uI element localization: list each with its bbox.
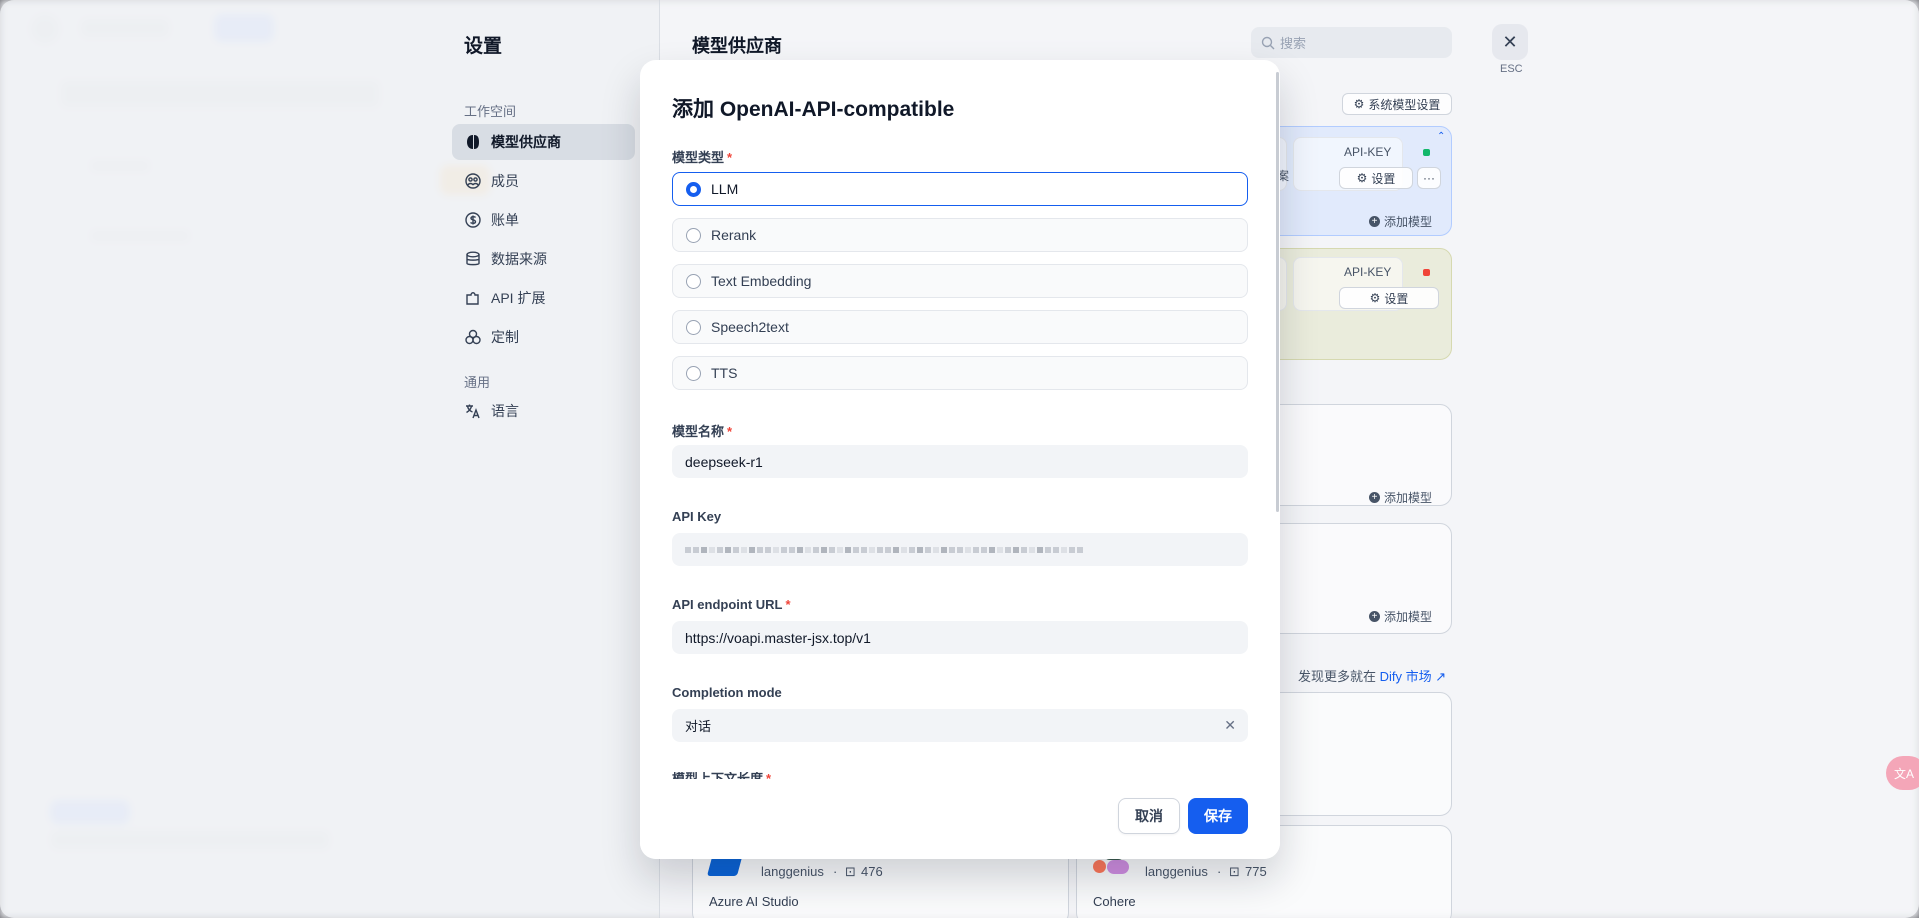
api-key-input[interactable] [672,533,1248,566]
status-indicator [1423,269,1430,276]
nav-item-members[interactable]: 成员 [452,163,635,199]
completion-mode-select[interactable]: 对话 ✕ [672,709,1248,742]
page-title: 模型供应商 [692,36,782,56]
settings-sliders-icon: ⚙ [1353,97,1365,111]
card-author: langgenius [1145,864,1208,879]
model-type-label: 模型类型 * [672,150,733,165]
model-type-option-tts[interactable]: TTS [672,356,1248,390]
download-icon: ⊡ [1229,864,1240,879]
collapse-icon[interactable]: ⌃ [1437,131,1445,142]
download-icon: ⊡ [845,864,856,879]
puzzle-icon [464,289,482,307]
translate-icon: 文A [1894,766,1915,781]
add-model-button[interactable]: + 添加模型 [1369,213,1432,230]
nav-item-billing[interactable]: 账单 [452,202,635,238]
save-button[interactable]: 保存 [1188,798,1248,834]
nav-group-workspace: 工作空间 [464,104,517,119]
nav-item-data-source[interactable]: 数据来源 [452,241,635,277]
completion-mode-label: Completion mode [672,685,782,700]
apikey-label: API-KEY [1344,145,1392,159]
model-type-option-rerank[interactable]: Rerank [672,218,1248,252]
model-name-label: 模型名称 * [672,424,733,439]
nav-item-label: 模型供应商 [491,134,561,150]
close-icon: ✕ [1502,31,1518,52]
plus-icon: + [1369,216,1380,227]
provider-card: + 添加模型 [1250,404,1452,506]
nav-item-label: 账单 [491,212,519,228]
provider-card: + 添加模型 [1250,523,1452,634]
required-marker: * [727,150,733,165]
add-model-button[interactable]: + 添加模型 [1369,489,1432,506]
api-key-label: API Key [672,509,722,524]
modal-body[interactable]: 添加 OpenAI-API-compatible 模型类型 * LLM Reran… [640,60,1280,780]
required-marker: * [785,597,791,612]
card-author: langgenius [761,864,824,879]
plus-icon: + [1369,611,1380,622]
nav-group-general: 通用 [464,375,491,390]
brain-icon [464,133,482,151]
marketplace-hint: 发现更多就在 Dify 市场 ↗ [1298,669,1447,684]
close-button[interactable]: ✕ [1492,24,1528,60]
translate-fab-button[interactable]: 文A [1886,756,1919,790]
settings-sliders-icon: ⚙ [1369,291,1381,305]
esc-hint: ESC [1500,63,1523,75]
nav-item-api-extension[interactable]: API 扩展 [452,280,635,316]
settings-title: 设置 [464,36,503,57]
provider-card: API-KEY ⚙ 设置 [1247,248,1452,360]
install-count: 775 [1245,864,1267,879]
nav-item-label: 成员 [491,173,519,189]
cancel-button[interactable]: 取消 [1118,798,1180,834]
more-options-button[interactable]: ··· [1417,167,1441,189]
add-model-button[interactable]: + 添加模型 [1369,608,1432,625]
nav-item-label: 数据来源 [491,251,547,267]
billing-icon [464,211,482,229]
members-icon [464,172,482,190]
search-placeholder: 搜索 [1280,36,1307,51]
translate-icon [464,402,482,420]
masked-api-key [685,546,1083,553]
endpoint-label: API endpoint URL * [672,597,791,612]
plus-icon: + [1369,492,1380,503]
search-input[interactable]: 搜索 [1251,27,1452,58]
search-icon [1261,36,1275,49]
nav-item-model-provider[interactable]: 模型供应商 [452,124,635,160]
marketplace-link[interactable]: Dify 市场 ↗ [1380,669,1447,684]
nav-item-label: 定制 [491,329,519,345]
model-type-option-text-embedding[interactable]: Text Embedding [672,264,1248,298]
card-title: Azure AI Studio [709,894,799,909]
database-icon [464,250,482,268]
model-name-input[interactable]: deepseek-r1 [672,445,1248,478]
radio-selected-icon [686,181,701,197]
modal-footer: 取消 保存 [640,779,1280,859]
endpoint-url-input[interactable]: https://voapi.master-jsx.top/v1 [672,621,1248,654]
status-indicator [1423,149,1430,156]
required-marker: * [727,424,733,439]
radio-icon [686,365,701,381]
system-model-settings-button[interactable]: ⚙ 系统模型设置 [1342,93,1452,115]
marketplace-card[interactable] [1250,692,1452,816]
radio-icon [686,227,701,243]
modal-scrollbar[interactable] [1276,72,1279,512]
model-type-option-llm[interactable]: LLM [672,172,1248,206]
add-model-modal: 添加 OpenAI-API-compatible 模型类型 * LLM Reran… [640,60,1280,859]
install-count: 476 [861,864,883,879]
card-title: Cohere [1093,894,1136,909]
nav-item-label: API 扩展 [491,290,546,306]
settings-sliders-icon: ⚙ [1356,171,1368,185]
modal-title: 添加 OpenAI-API-compatible [672,98,955,121]
clear-icon[interactable]: ✕ [1224,717,1236,734]
radio-icon [686,273,701,289]
nav-item-label: 语言 [491,403,519,419]
apikey-settings-button[interactable]: ⚙ 设置 [1339,167,1413,189]
apikey-settings-button[interactable]: ⚙ 设置 [1339,287,1439,309]
nav-item-language[interactable]: 语言 [452,393,635,429]
provider-card: 案 API-KEY ⌃ ⚙ 设置 ··· + 添加模型 [1247,126,1452,236]
customize-icon [464,328,482,346]
apikey-label: API-KEY [1344,265,1392,279]
model-type-option-speech2text[interactable]: Speech2text [672,310,1248,344]
nav-item-customize[interactable]: 定制 [452,319,635,355]
radio-icon [686,319,701,335]
